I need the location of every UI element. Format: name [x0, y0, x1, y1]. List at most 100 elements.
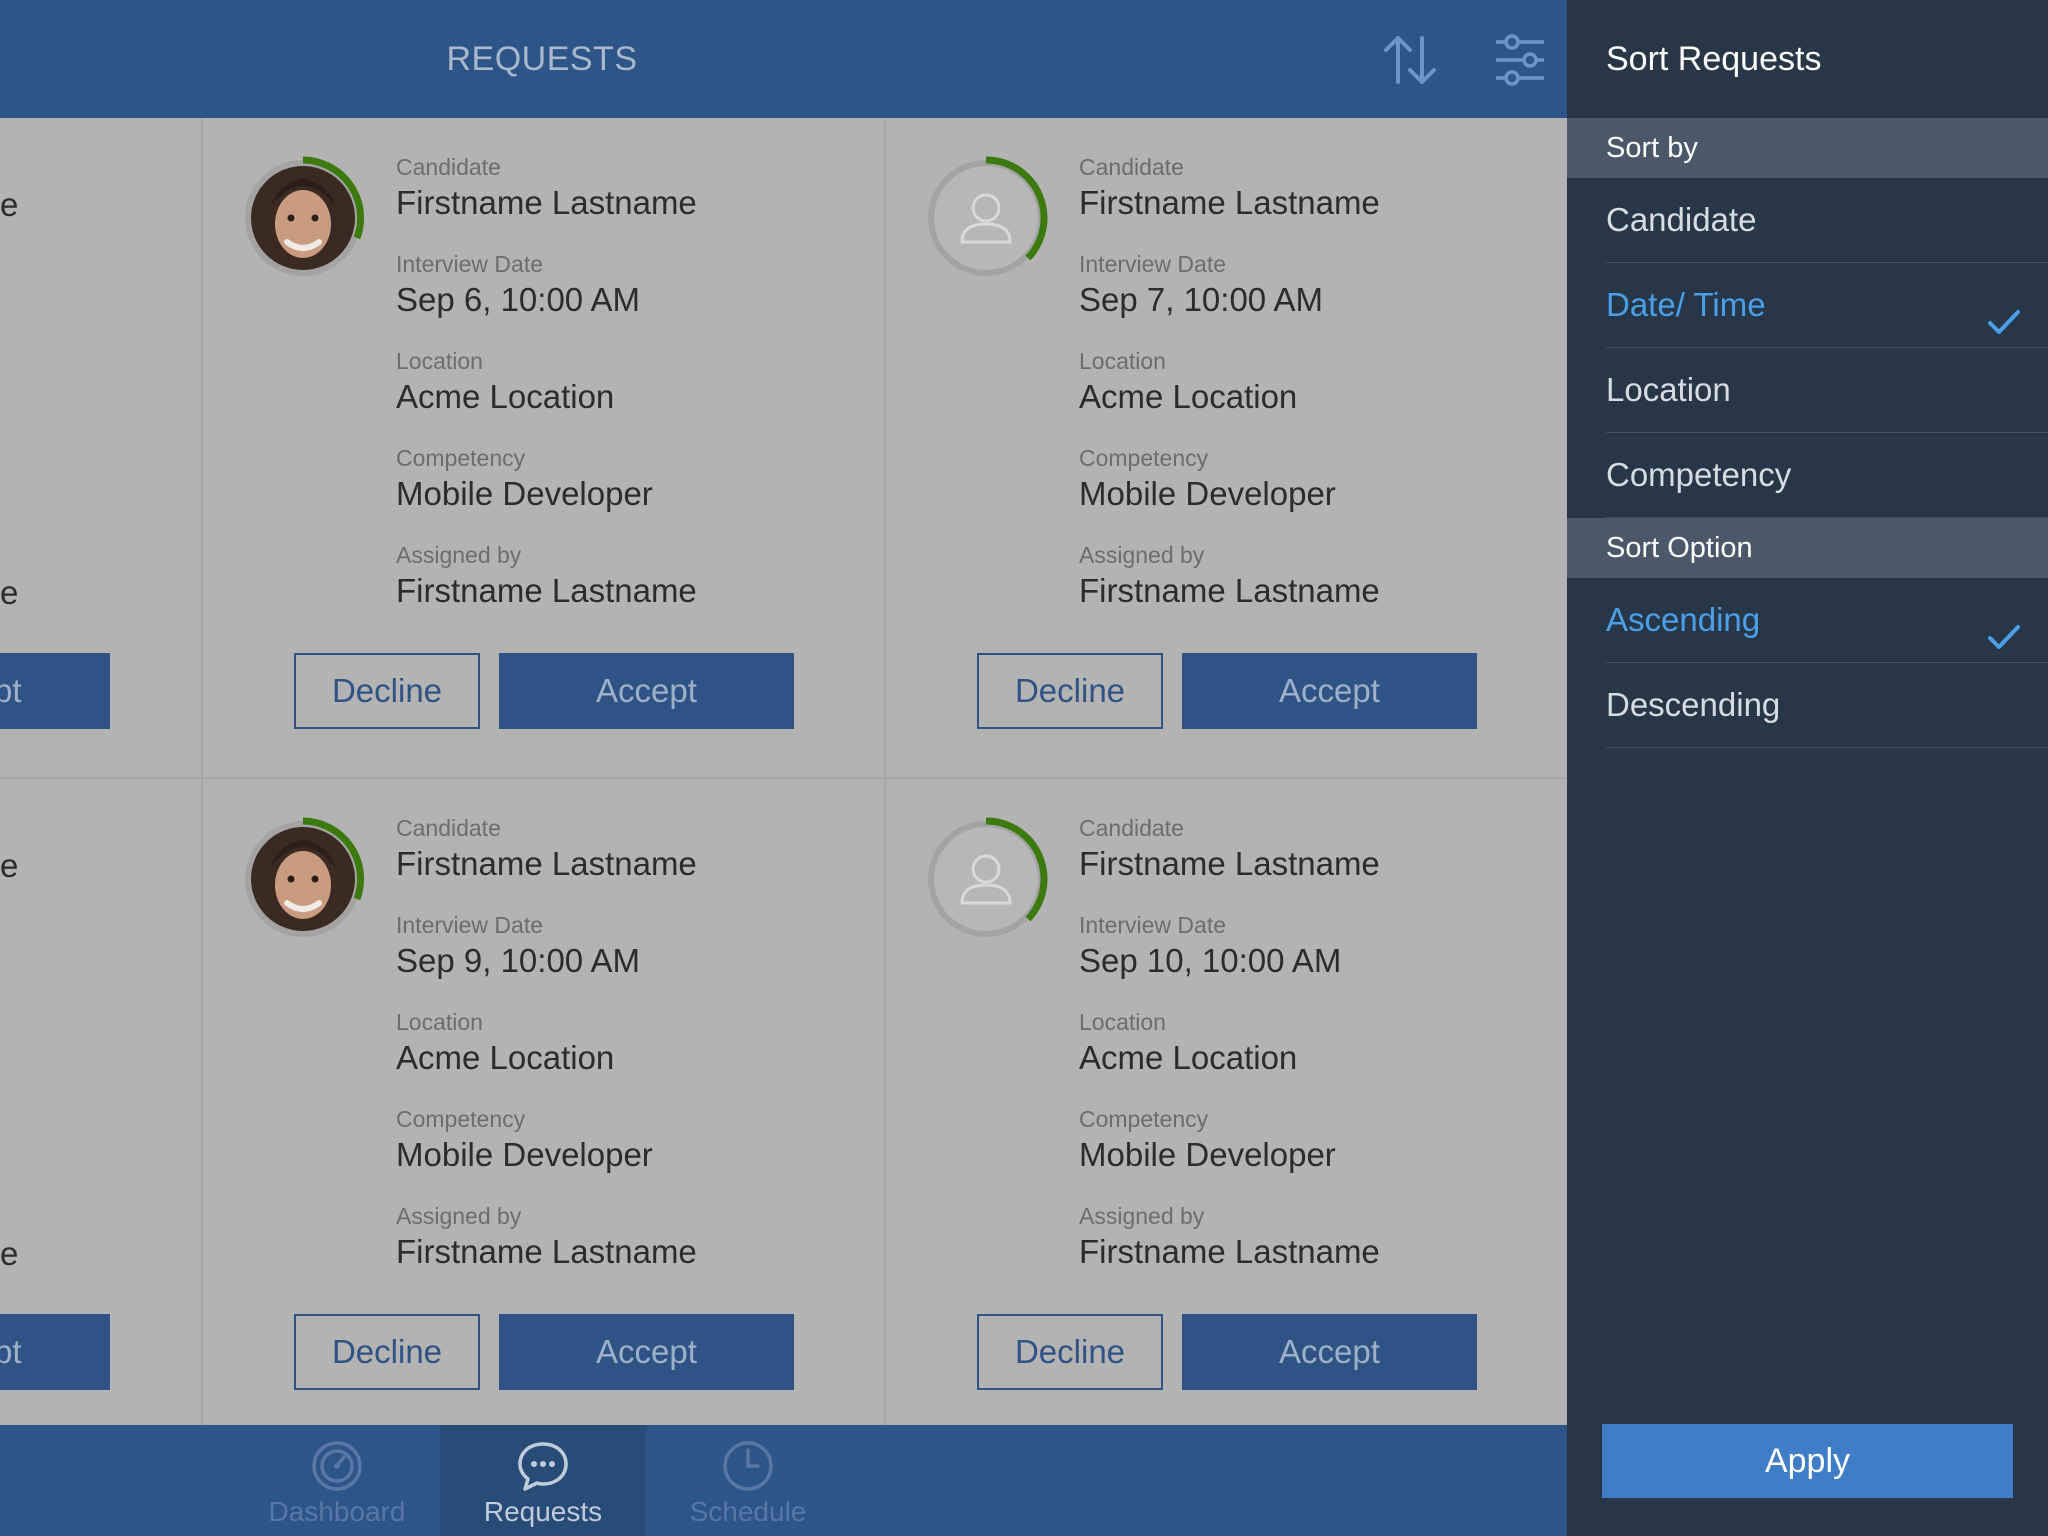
assigned-by-label: Assigned by	[1079, 542, 1205, 568]
bottom-tab-bar: Dashboard Requests Schedule	[0, 1425, 1567, 1536]
competency-label: Competency	[396, 1106, 526, 1132]
location-label: Location	[1079, 1009, 1166, 1035]
interview-date-label: Interview Date	[396, 912, 544, 938]
option-label: Location	[1606, 371, 1731, 408]
top-bar: REQUESTS	[0, 0, 1567, 118]
competency-label: Competency	[396, 445, 526, 471]
interview-date-label: Interview Date	[396, 251, 544, 277]
request-cards-grid: e e pt e e pt Candidate Firstname Lastna…	[0, 118, 1567, 1425]
candidate-label: Candidate	[396, 154, 501, 180]
decline-button[interactable]: Decline	[977, 1314, 1163, 1390]
assigned-by-label: Assigned by	[396, 542, 522, 568]
interview-date-value: Sep 6, 10:00 AM	[396, 281, 641, 318]
sort-option-competency[interactable]: Competency	[1606, 433, 2048, 518]
checkmark-icon	[1986, 602, 2022, 649]
option-label: Candidate	[1606, 201, 1757, 238]
section-heading-text: Sort Option	[1606, 532, 1753, 564]
filter-sliders-icon[interactable]	[1490, 30, 1550, 90]
location-value: Acme Location	[396, 1039, 615, 1076]
competency-value: Mobile Developer	[396, 475, 653, 512]
request-card: Candidate Firstname Lastname Interview D…	[886, 779, 1567, 1439]
candidate-name: Firstname Lastname	[396, 184, 697, 221]
sort-order-descending[interactable]: Descending	[1606, 663, 2048, 748]
decline-button[interactable]: Decline	[294, 1314, 480, 1390]
chat-bubble-icon	[515, 1438, 571, 1494]
card-fields: Candidate Firstname Lastname Interview D…	[1079, 813, 1539, 1298]
partial-text: e	[0, 1235, 19, 1272]
candidate-avatar-photo	[241, 817, 365, 941]
partial-text: e	[0, 186, 19, 223]
partial-text: e	[0, 574, 19, 611]
tab-label: Schedule	[689, 1496, 807, 1527]
partial-text: e	[0, 847, 19, 884]
candidate-avatar-photo	[241, 156, 365, 280]
page-title: REQUESTS	[446, 40, 638, 78]
checkmark-icon	[1986, 287, 2022, 334]
location-label: Location	[1079, 348, 1166, 374]
card-fields: Candidate Firstname Lastname Interview D…	[396, 813, 856, 1298]
competency-value: Mobile Developer	[1079, 475, 1336, 512]
accept-button[interactable]: Accept	[1182, 1314, 1477, 1390]
tab-schedule[interactable]: Schedule	[668, 1425, 828, 1536]
option-label: Ascending	[1606, 601, 1761, 638]
competency-value: Mobile Developer	[396, 1136, 653, 1173]
tab-requests[interactable]: Requests	[440, 1425, 646, 1536]
interview-date-value: Sep 10, 10:00 AM	[1079, 942, 1342, 979]
location-label: Location	[396, 348, 483, 374]
tab-dashboard[interactable]: Dashboard	[257, 1425, 417, 1536]
clock-icon	[720, 1438, 776, 1494]
competency-label: Competency	[1079, 445, 1209, 471]
location-label: Location	[396, 1009, 483, 1035]
section-heading-text: Sort by	[1606, 132, 1698, 164]
candidate-label: Candidate	[1079, 815, 1184, 841]
option-label: Date/ Time	[1606, 286, 1766, 323]
interview-date-label: Interview Date	[1079, 912, 1227, 938]
location-value: Acme Location	[396, 378, 615, 415]
assigned-by-label: Assigned by	[396, 1203, 522, 1229]
assigned-by-value: Firstname Lastname	[396, 1233, 697, 1270]
accept-button[interactable]: Accept	[499, 1314, 794, 1390]
candidate-avatar-placeholder	[924, 156, 1048, 280]
assigned-by-value: Firstname Lastname	[1079, 572, 1380, 609]
sort-option-candidate[interactable]: Candidate	[1606, 178, 2048, 263]
sort-requests-panel: Sort Requests Sort by Candidate Date/ Ti…	[1567, 0, 2048, 1536]
apply-button[interactable]: Apply	[1602, 1424, 2013, 1498]
sort-by-heading: Sort by	[1567, 118, 2048, 178]
candidate-label: Candidate	[1079, 154, 1184, 180]
sort-arrows-icon[interactable]	[1380, 30, 1440, 90]
partial-accept-button[interactable]: pt	[0, 653, 110, 729]
candidate-name: Firstname Lastname	[1079, 184, 1380, 221]
candidate-name: Firstname Lastname	[1079, 845, 1380, 882]
partial-accept-button[interactable]: pt	[0, 1314, 110, 1390]
location-value: Acme Location	[1079, 378, 1298, 415]
candidate-label: Candidate	[396, 815, 501, 841]
requests-main-area: REQUESTS e e pt e e pt Candidate Firstna…	[0, 0, 1567, 1536]
candidate-avatar-placeholder	[924, 817, 1048, 941]
assigned-by-value: Firstname Lastname	[1079, 1233, 1380, 1270]
location-value: Acme Location	[1079, 1039, 1298, 1076]
assigned-by-value: Firstname Lastname	[396, 572, 697, 609]
request-card: Candidate Firstname Lastname Interview D…	[203, 118, 886, 778]
competency-label: Competency	[1079, 1106, 1209, 1132]
accept-button[interactable]: Accept	[1182, 653, 1477, 729]
request-card: Candidate Firstname Lastname Interview D…	[886, 118, 1567, 778]
interview-date-value: Sep 7, 10:00 AM	[1079, 281, 1324, 318]
card-fields: Candidate Firstname Lastname Interview D…	[1079, 152, 1539, 637]
option-label: Competency	[1606, 456, 1792, 493]
candidate-name: Firstname Lastname	[396, 845, 697, 882]
gauge-icon	[309, 1438, 365, 1494]
panel-title: Sort Requests	[1606, 40, 1822, 78]
interview-date-value: Sep 9, 10:00 AM	[396, 942, 641, 979]
tab-label: Dashboard	[268, 1496, 406, 1527]
decline-button[interactable]: Decline	[977, 653, 1163, 729]
sort-option-date-time[interactable]: Date/ Time	[1606, 263, 2048, 348]
request-card: Candidate Firstname Lastname Interview D…	[203, 779, 886, 1439]
assigned-by-label: Assigned by	[1079, 1203, 1205, 1229]
accept-button[interactable]: Accept	[499, 653, 794, 729]
sort-order-ascending[interactable]: Ascending	[1606, 578, 2048, 663]
tab-label: Requests	[483, 1496, 603, 1527]
option-label: Descending	[1606, 686, 1781, 723]
sort-option-location[interactable]: Location	[1606, 348, 2048, 433]
competency-value: Mobile Developer	[1079, 1136, 1336, 1173]
decline-button[interactable]: Decline	[294, 653, 480, 729]
